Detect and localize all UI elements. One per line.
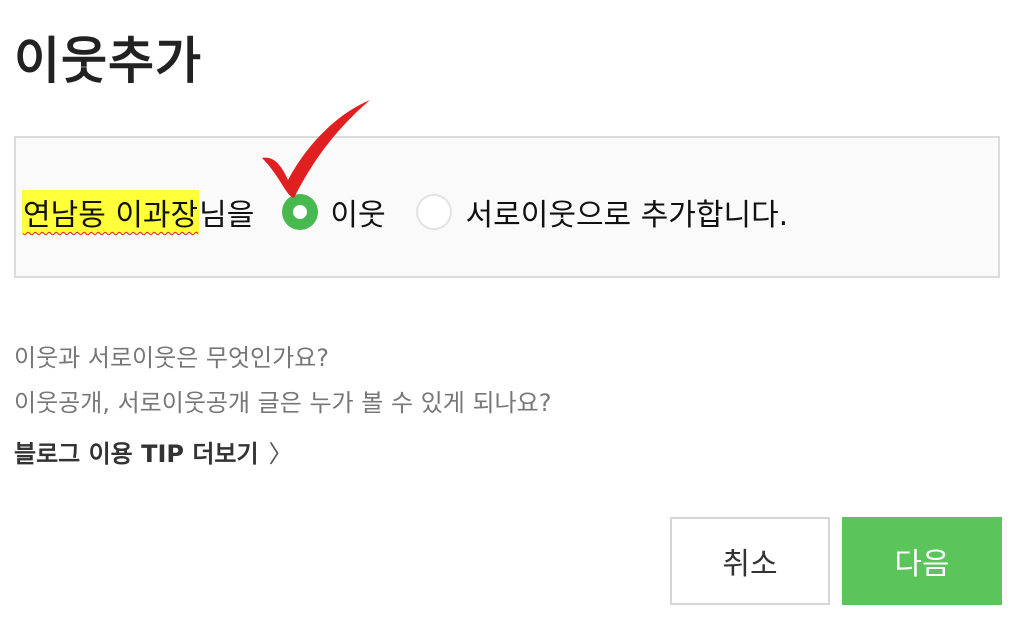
next-button[interactable]: 다음 — [842, 517, 1002, 605]
page-title: 이웃추가 — [14, 32, 202, 90]
chevron-right-icon: 〉 — [268, 440, 293, 468]
faq-link-neighbor-difference[interactable]: 이웃과 서로이웃은 무엇인가요? — [14, 338, 329, 373]
neighbor-option-row: 연남동 이과장 님을 이웃 서로이웃으로 추가합니다. — [22, 190, 789, 234]
red-checkmark-annotation — [262, 100, 370, 198]
blog-tip-more-link[interactable]: 블로그 이용 TIP 더보기 〉 — [14, 434, 293, 469]
name-suffix: 님을 — [199, 198, 255, 233]
faq-link-visibility[interactable]: 이웃공개, 서로이웃공개 글은 누가 볼 수 있게 되나요? — [14, 383, 551, 418]
radio-mutual-neighbor-label[interactable]: 서로이웃으로 추가합니다. — [466, 190, 789, 234]
blogger-name: 연남동 이과장 — [22, 190, 200, 234]
radio-mutual-neighbor[interactable] — [415, 194, 452, 230]
add-neighbor-dialog: 이웃추가 연남동 이과장 님을 이웃 서로이웃으로 추가합니다. 이웃과 서로이… — [0, 0, 1024, 644]
blog-tip-label: 블로그 이용 TIP 더보기 — [14, 440, 259, 468]
neighbor-option-box: 연남동 이과장 님을 이웃 서로이웃으로 추가합니다. — [14, 136, 1000, 278]
cancel-button[interactable]: 취소 — [670, 517, 830, 605]
